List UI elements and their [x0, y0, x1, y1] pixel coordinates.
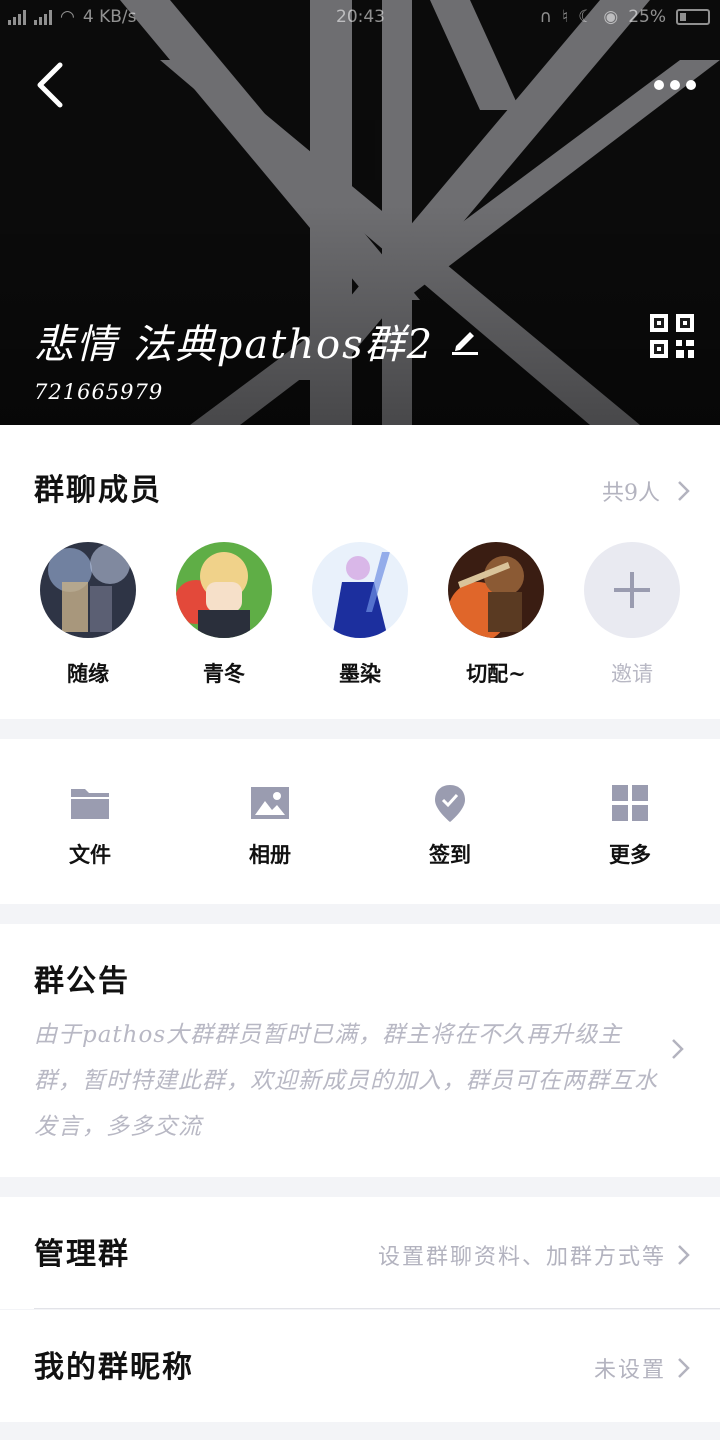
manage-value-wrap: 设置群聊资料、加群方式等 — [378, 1239, 690, 1271]
member-name: 随缘 — [67, 661, 109, 686]
lock-icon: ◉ — [603, 7, 619, 27]
battery-icon — [676, 9, 710, 25]
signal-icon-2 — [34, 9, 52, 25]
group-nickname-row[interactable]: 我的群昵称 未设置 — [0, 1310, 720, 1422]
back-button[interactable] — [30, 60, 70, 110]
headphone-icon: ∩ — [539, 7, 553, 27]
manage-title: 管理群 — [34, 1237, 130, 1272]
more-dot-icon — [670, 80, 680, 90]
grid-icon — [612, 785, 648, 821]
wifi-icon: ◠ — [60, 7, 75, 27]
notice-section[interactable]: 群公告 由于pathos大群群员暂时已满，群主将在不久再升级主群，暂时特建此群，… — [0, 924, 720, 1177]
manage-value: 设置群聊资料、加群方式等 — [377, 1245, 666, 1270]
plus-icon — [614, 572, 650, 608]
chevron-right-icon — [678, 481, 690, 501]
tool-file[interactable]: 文件 — [30, 783, 150, 869]
tool-label: 相册 — [249, 842, 291, 867]
clock: 20:43 — [336, 7, 385, 27]
chevron-right-icon — [678, 1358, 690, 1378]
tool-label: 文件 — [69, 842, 111, 867]
more-button[interactable] — [650, 70, 700, 100]
more-dot-icon — [686, 80, 696, 90]
invite-circle — [584, 542, 680, 638]
avatar — [40, 542, 136, 638]
member-item[interactable]: 切配~ — [448, 542, 544, 688]
tool-label: 签到 — [429, 842, 471, 867]
invite-label: 邀请 — [611, 662, 653, 686]
status-bar: ◠ 4 KB/s 20:43 ∩ ♮ ☾ ◉ 25% — [0, 0, 720, 36]
chevron-right-icon — [672, 1039, 684, 1059]
group-name: 悲情 法典pathos群2 — [34, 322, 435, 368]
member-item[interactable]: 青冬 — [176, 542, 272, 688]
folder-icon — [71, 789, 109, 819]
members-title: 群聊成员 — [34, 473, 162, 508]
tool-album[interactable]: 相册 — [210, 783, 330, 869]
tool-checkin[interactable]: 签到 — [390, 783, 510, 869]
chevron-right-icon — [678, 1245, 690, 1265]
nickname-value: 未设置 — [593, 1358, 666, 1383]
member-item[interactable]: 墨染 — [312, 542, 408, 688]
signal-icon — [8, 9, 26, 25]
member-item[interactable]: 随缘 — [40, 542, 136, 688]
edit-icon[interactable] — [450, 326, 480, 356]
image-icon — [251, 787, 289, 819]
member-name: 青冬 — [203, 661, 245, 686]
avatar — [176, 542, 272, 638]
tools-section: 文件 相册 签到 更多 — [0, 739, 720, 904]
divider — [34, 1308, 720, 1309]
nickname-title: 我的群昵称 — [34, 1350, 194, 1385]
moon-icon: ☾ — [578, 7, 594, 27]
tool-more[interactable]: 更多 — [570, 783, 690, 869]
members-count-link[interactable]: 共9人 — [602, 475, 690, 507]
nickname-value-wrap: 未设置 — [594, 1352, 690, 1384]
members-section: 群聊成员 共9人 随缘 青冬 墨染 切配~ 邀请 — [0, 425, 720, 719]
invite-button[interactable]: 邀请 — [584, 542, 680, 688]
group-name-row: 悲情 法典pathos群2 — [34, 312, 480, 370]
bell-off-icon: ♮ — [562, 7, 569, 27]
avatar — [448, 542, 544, 638]
notice-title: 群公告 — [34, 964, 130, 999]
status-left: ◠ 4 KB/s — [8, 7, 136, 27]
notice-text: 由于pathos大群群员暂时已满，群主将在不久再升级主群，暂时特建此群，欢迎新成… — [34, 1022, 658, 1140]
chevron-left-icon — [37, 62, 63, 108]
qr-code-icon[interactable] — [650, 314, 694, 358]
network-speed: 4 KB/s — [82, 7, 137, 27]
group-cover: ◠ 4 KB/s 20:43 ∩ ♮ ☾ ◉ 25% 悲情 法典pathos群2… — [0, 0, 720, 425]
tool-label: 更多 — [609, 842, 651, 867]
member-name: 切配~ — [466, 661, 526, 686]
group-id: 721665979 — [34, 380, 164, 404]
status-right: ∩ ♮ ☾ ◉ 25% — [540, 7, 710, 27]
more-dot-icon — [654, 80, 664, 90]
member-name: 墨染 — [339, 661, 381, 686]
avatar — [312, 542, 408, 638]
manage-group-row[interactable]: 管理群 设置群聊资料、加群方式等 — [0, 1197, 720, 1309]
members-count: 共9人 — [602, 481, 660, 506]
battery-percent: 25% — [628, 7, 666, 27]
checkin-icon — [435, 785, 465, 822]
